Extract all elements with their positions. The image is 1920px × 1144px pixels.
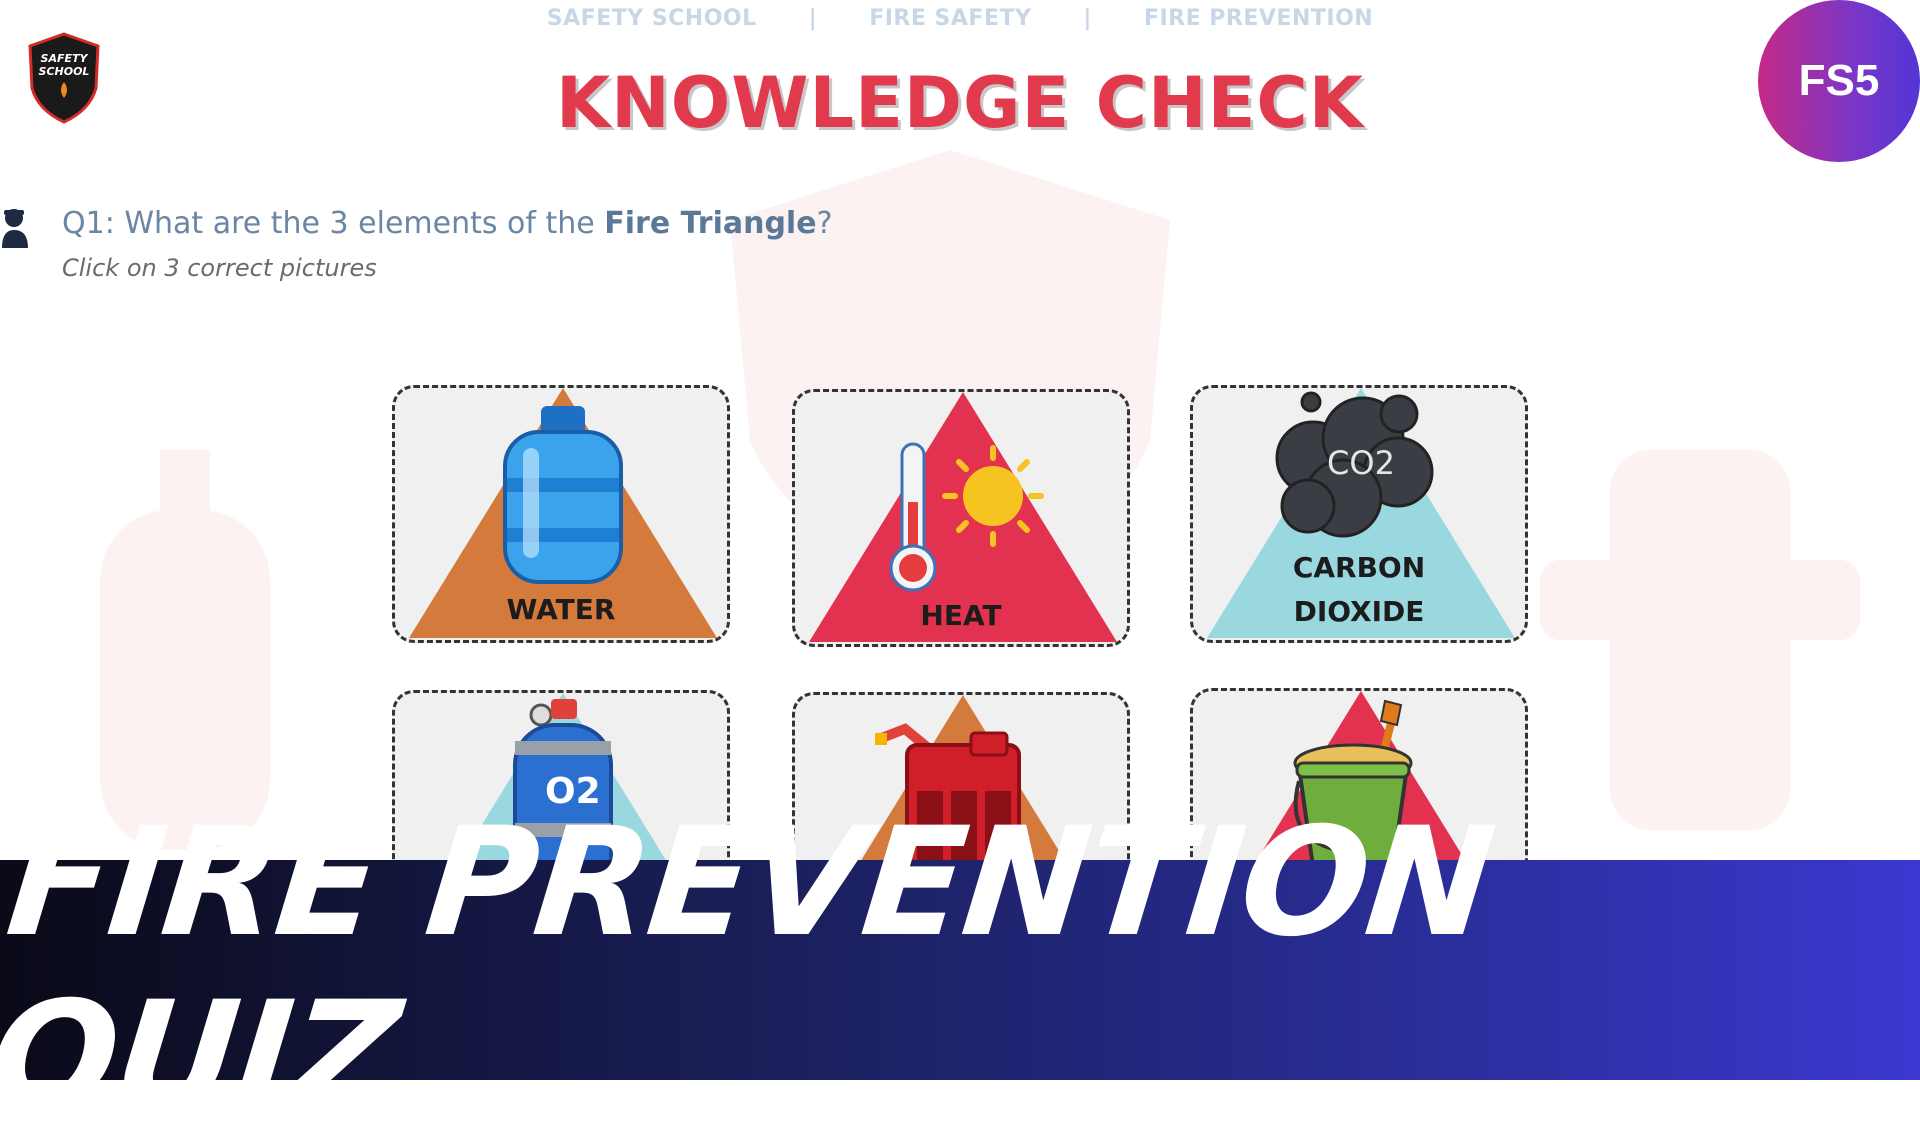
water-bottle-icon [503, 406, 623, 584]
question-prefix: Q1: What are the 3 elements of the [62, 206, 605, 241]
watermark-hydrant-icon [1540, 450, 1860, 830]
co2-cloud-text: CO2 [1327, 444, 1395, 482]
nav-safety-school[interactable]: SAFETY SCHOOL [499, 6, 805, 31]
question-instruction: Click on 3 correct pictures [62, 254, 377, 282]
card-label: WATER [506, 593, 616, 626]
question-text: Q1: What are the 3 elements of the Fire … [62, 206, 833, 241]
card-label-line1: CARBON [1292, 551, 1426, 584]
page-title: KNOWLEDGE CHECK [555, 62, 1365, 144]
nav-fire-safety[interactable]: FIRE SAFETY [821, 6, 1079, 31]
title-banner: FIRE PREVENTION QUIZ [0, 796, 1920, 1144]
answer-card-carbon-dioxide[interactable]: CO2 CARBON DIOXIDE [1190, 385, 1528, 643]
course-badge: FS5 [1758, 0, 1920, 162]
firefighter-icon [2, 209, 28, 248]
top-navigation: SAFETY SCHOOL | FIRE SAFETY | FIRE PREVE… [0, 6, 1920, 31]
card-label-line2: DIOXIDE [1293, 595, 1425, 628]
question-suffix: ? [816, 206, 833, 241]
nav-fire-prevention[interactable]: FIRE PREVENTION [1096, 6, 1421, 31]
banner-title: FIRE PREVENTION QUIZ [0, 796, 1500, 1144]
answer-card-heat[interactable]: HEAT [792, 389, 1130, 647]
nav-separator: | [1083, 6, 1092, 31]
question-emphasis: Fire Triangle [604, 206, 817, 241]
answer-card-water[interactable]: WATER [392, 385, 730, 643]
nav-separator: | [808, 6, 818, 31]
card-label: HEAT [920, 599, 1002, 632]
